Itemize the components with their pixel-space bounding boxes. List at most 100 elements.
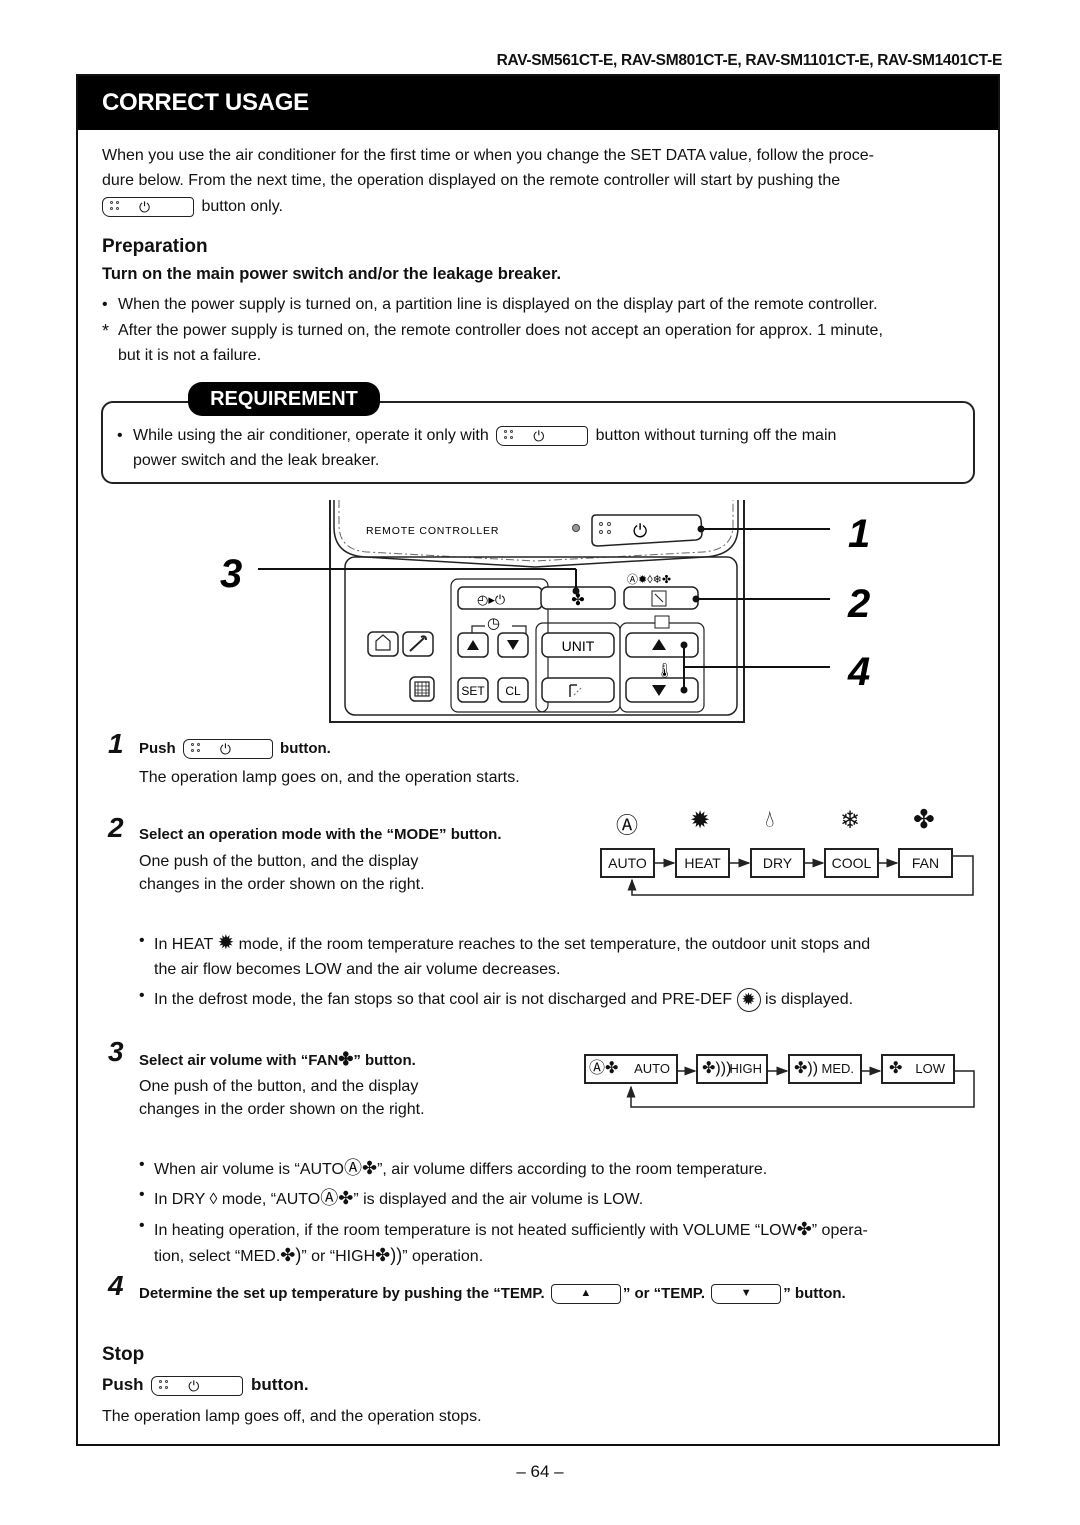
- volume-flow-diagram: Ⓐ✤ AUTO ✤))) HIGH ✤)) MED. ✤ LOW: [584, 1054, 984, 1114]
- requirement-suffix: button without turning off the main: [595, 427, 837, 444]
- heat-icon: ✹: [217, 932, 235, 954]
- step-4-number: 4: [108, 1270, 124, 1301]
- requirement-line-2: power switch and the leak breaker.: [133, 452, 380, 469]
- preparation-bullet-1: When the power supply is turned on, a pa…: [118, 296, 878, 313]
- intro-line-1: When you use the air conditioner for the…: [102, 147, 874, 164]
- stop-push-suffix: button.: [251, 1375, 309, 1394]
- heat-mode-note: In HEAT ✹ mode, if the room temperature …: [154, 932, 984, 982]
- mode-flow-diagram: Ⓐ ✹ 💧︎ ❄ ✤ AUTO HEAT DRY COOL FAN: [600, 804, 980, 908]
- step-3-title-prefix: Select air volume with “FAN: [139, 1052, 339, 1069]
- heating-volume-note: In heating operation, if the room temper…: [154, 1217, 984, 1269]
- swing-button[interactable]: [541, 677, 615, 703]
- asterisk-marker: *: [102, 321, 110, 341]
- volume-flow-arrows: [626, 1066, 975, 1108]
- auto-fan-icon: Ⓐ✤: [320, 1188, 354, 1208]
- low-fan-icon: ✤: [796, 1219, 812, 1239]
- mode-icons-row: Ⓐ✹◊❄✤: [627, 573, 671, 586]
- pre-def-icon: ✹: [736, 987, 761, 1012]
- check-button[interactable]: [402, 631, 434, 657]
- temperature-unit-icon: [654, 615, 670, 629]
- remote-controller-diagram: REMOTE CONTROLLER ⏻ ◴▸⏻ ◷ SET CL ✤ UNIT …: [220, 500, 870, 723]
- dry-note-middle: mode, “AUTO: [221, 1191, 321, 1208]
- bullet: •: [139, 1217, 145, 1234]
- set-button[interactable]: SET: [457, 677, 489, 703]
- heat-note-line-2: the air flow becomes LOW and the air vol…: [154, 961, 561, 978]
- step-1-title: Push ⏻ button.: [139, 739, 331, 759]
- step-3-body-line-2: changes in the order shown on the right.: [139, 1101, 425, 1118]
- power-button-icon: ⏻: [151, 1375, 244, 1396]
- bullet: •: [139, 1186, 145, 1203]
- preparation-subheading: Turn on the main power switch and/or the…: [102, 265, 562, 283]
- mode-button[interactable]: [623, 586, 699, 610]
- preparation-heading: Preparation: [102, 236, 208, 257]
- stop-body: The operation lamp goes off, and the ope…: [102, 1408, 482, 1425]
- bullet-marker: •: [102, 296, 108, 313]
- heating-note-line2-prefix: tion, select “MED.: [154, 1248, 281, 1265]
- operation-lamp: [572, 524, 580, 532]
- step-1-body: The operation lamp goes on, and the oper…: [139, 769, 520, 786]
- remote-power-button[interactable]: ⏻: [591, 514, 703, 547]
- auto-note-suffix: ”, air volume differs according to the r…: [377, 1161, 768, 1178]
- bullet: •: [139, 932, 145, 949]
- dry-mode-note: In DRY ◊ mode, “AUTOⒶ✤” is displayed and…: [154, 1186, 984, 1212]
- mode-flow-arrows: [627, 855, 974, 896]
- step-1-title-suffix: button.: [280, 739, 331, 757]
- thermometer-icon: 🌡: [656, 662, 674, 678]
- dry-note-suffix: ” is displayed and the air volume is LOW…: [353, 1191, 644, 1208]
- heating-note-line2-middle: ” or “HIGH: [301, 1248, 376, 1265]
- med-fan-icon: ✤): [280, 1245, 302, 1265]
- callout-2: 2: [847, 582, 870, 626]
- dry-icon: ◊: [209, 1191, 218, 1208]
- step-2-title: Select an operation mode with the “MODE”…: [139, 826, 502, 843]
- bullet: •: [139, 1156, 145, 1173]
- ventilation-button[interactable]: [367, 631, 399, 657]
- intro-paragraph: When you use the air conditioner for the…: [102, 143, 982, 219]
- step-3-body-line-1: One push of the button, and the display: [139, 1078, 419, 1095]
- dry-note-prefix: In DRY: [154, 1191, 205, 1208]
- step-3-title-suffix: ” button.: [353, 1052, 416, 1069]
- cl-button-label: CL: [505, 684, 521, 698]
- requirement-text: While using the air conditioner, operate…: [133, 423, 963, 473]
- svg-text:◴▸⏻: ◴▸⏻: [477, 592, 505, 607]
- step-2-body: One push of the button, and the display …: [139, 850, 425, 896]
- step-2-number: 2: [108, 812, 124, 843]
- page-number: – 64 –: [516, 1462, 564, 1481]
- power-button-icon: ⏻: [182, 739, 273, 759]
- callout-3: 3: [220, 552, 242, 596]
- model-numbers: RAV-SM561CT-E, RAV-SM801CT-E, RAV-SM1101…: [496, 52, 1003, 69]
- power-button-icon: ⏻: [102, 196, 194, 217]
- step-4-title: Determine the set up temperature by push…: [139, 1284, 846, 1304]
- heat-note-prefix: In HEAT: [154, 936, 213, 953]
- unit-button[interactable]: UNIT: [541, 632, 615, 658]
- timer-down-button[interactable]: [497, 632, 529, 658]
- stop-push-prefix: Push: [102, 1375, 144, 1394]
- set-button-label: SET: [461, 684, 485, 698]
- timer-clock-icon: ◷: [487, 615, 500, 632]
- bullet: •: [139, 987, 145, 1004]
- callout-1: 1: [848, 512, 870, 556]
- title-bar: CORRECT USAGE: [78, 76, 998, 130]
- requirement-bullet: •: [117, 427, 123, 444]
- temp-up-button-icon: ▲: [550, 1284, 621, 1304]
- step-4-title-suffix: ” button.: [783, 1284, 846, 1302]
- cl-button[interactable]: CL: [497, 677, 529, 703]
- step-3-body: One push of the button, and the display …: [139, 1075, 425, 1121]
- intro-line-3: button only.: [201, 198, 283, 215]
- timer-off-button[interactable]: ◴▸⏻: [457, 586, 543, 610]
- power-button-icon: ⏻: [496, 425, 589, 446]
- step-2-body-line-2: changes in the order shown on the right.: [139, 876, 425, 893]
- fan-icon: ✤: [338, 1049, 354, 1069]
- preparation-bullet-2-line-1: After the power supply is turned on, the…: [118, 322, 883, 339]
- auto-fan-icon: Ⓐ✤: [343, 1158, 378, 1178]
- stop-push-line: Push ⏻ button.: [102, 1375, 309, 1396]
- timer-up-button[interactable]: [457, 632, 489, 658]
- step-2-body-line-1: One push of the button, and the display: [139, 853, 419, 870]
- step-4-title-middle: ” or “TEMP.: [622, 1284, 706, 1302]
- defrost-note: In the defrost mode, the fan stops so th…: [154, 987, 984, 1012]
- louver-button[interactable]: [409, 676, 435, 702]
- step-1-title-prefix: Push: [139, 739, 176, 757]
- heating-note-line2-suffix: ” operation.: [402, 1248, 484, 1265]
- stop-heading: Stop: [102, 1344, 145, 1365]
- defrost-note-prefix: In the defrost mode, the fan stops so th…: [154, 991, 733, 1008]
- step-3-number: 3: [108, 1036, 124, 1067]
